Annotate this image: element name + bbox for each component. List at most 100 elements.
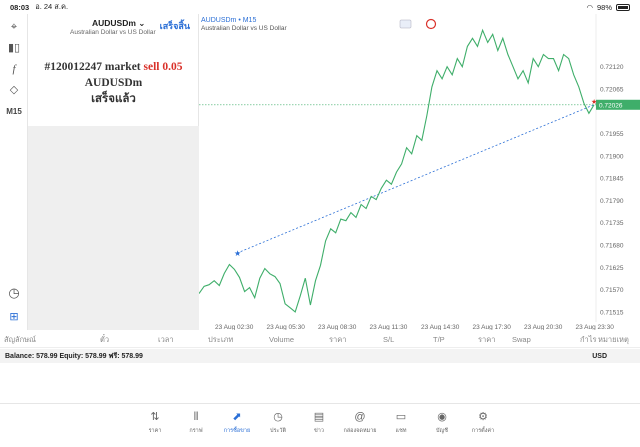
time-tick-label: 23 Aug 08:30	[318, 324, 357, 330]
panel-empty-area	[28, 126, 199, 330]
indicators-icon[interactable]: f	[4, 60, 24, 78]
time-tick-label: 23 Aug 05:30	[267, 324, 306, 330]
balance-row: Balance: 578.99 Equity: 578.99 ฟรี: 578.…	[0, 349, 640, 363]
flag-icon	[399, 19, 412, 29]
col-price-current[interactable]: ราคา	[478, 334, 495, 346]
timeframe-button[interactable]: M15	[4, 102, 24, 120]
col-ticket[interactable]: ตั๋ว	[100, 334, 109, 346]
alarm-icon	[425, 18, 437, 30]
price-tick-label: 0.71735	[600, 220, 624, 227]
one-click-icon[interactable]: ◷	[4, 284, 24, 302]
tab-label: กราฟ	[189, 428, 203, 434]
current-price-label: 0.72026	[599, 102, 623, 109]
new-order-icon[interactable]: ⊞	[4, 307, 24, 325]
tab-label: ประวัติ	[269, 428, 287, 434]
order-panel: AUDUSDm ⌄ Australian Dollar vs US Dollar…	[28, 14, 199, 330]
price-series	[199, 28, 595, 313]
tab-label: แชท	[395, 428, 407, 434]
tab-label: การซื้อขาย	[223, 428, 251, 434]
symbol-selector[interactable]: AUDUSDm ⌄	[92, 18, 145, 29]
tab-label: ราคา	[148, 428, 162, 434]
tab-quotes[interactable]: ⇅ ราคา	[135, 410, 175, 435]
tab-trade[interactable]: ⬈ การซื้อขาย	[217, 410, 257, 435]
news-icon: ▤	[313, 411, 325, 423]
price-tick-label: 0.71680	[600, 243, 624, 250]
col-symbol[interactable]: สัญลักษณ์	[4, 334, 36, 346]
price-tick-label: 0.71625	[600, 265, 624, 272]
order-action: sell 0.05	[143, 61, 183, 73]
price-tick-label: 0.71900	[600, 153, 624, 160]
price-tick-label: 0.72065	[600, 86, 624, 93]
chevron-down-icon: ⌄	[138, 18, 146, 28]
order-symbol: AUDUSDm	[84, 77, 143, 89]
tab-chat[interactable]: ▭ แชท	[381, 410, 421, 435]
price-line	[199, 28, 595, 313]
panel-header: AUDUSDm ⌄ Australian Dollar vs US Dollar…	[28, 14, 198, 44]
price-tick-label: 0.71570	[600, 287, 624, 294]
wifi-icon: ◠	[586, 2, 593, 12]
tab-news[interactable]: ▤ ข่าว	[299, 410, 339, 435]
tab-history[interactable]: ◷ ประวัติ	[258, 410, 298, 435]
col-volume[interactable]: Volume	[269, 335, 294, 344]
price-tick-label: 0.71955	[600, 131, 624, 138]
mail-icon: @	[354, 411, 366, 423]
done-button[interactable]: เสร็จสิ้น	[160, 19, 190, 33]
arrows-updown-icon: ⇅	[150, 411, 160, 423]
tab-chart[interactable]: ⫴ กราฟ	[176, 410, 216, 435]
symbol-label: AUDUSDm	[92, 18, 136, 28]
time-tick-label: 23 Aug 20:30	[524, 324, 563, 330]
balance-currency: USD	[592, 352, 607, 360]
trendline-segment[interactable]	[236, 104, 595, 254]
status-bar: 08:03 อ. 24 ส.ค. ◠ 98%	[0, 0, 640, 14]
time-axis: 23 Aug 02:30 23 Aug 05:30 23 Aug 08:30 23 A…	[215, 324, 614, 330]
time-tick-label: 23 Aug 14:30	[421, 324, 460, 330]
bottom-tab-bar: ⇅ ราคา ⫴ กราฟ ⬈ การซื้อขาย ◷ ประวัติ ▤ ข่าว @…	[0, 403, 640, 447]
price-chart[interactable]: AUDUSDm • M15 Australian Dollar vs US Do…	[199, 14, 640, 330]
time-tick-label: 23 Aug 02:30	[215, 324, 254, 330]
tab-mailbox[interactable]: @ กล่องจดหมาย	[340, 410, 380, 435]
tab-label: ข่าว	[314, 428, 324, 434]
tab-label: กล่องจดหมาย	[343, 428, 377, 434]
time-tick-label: 23 Aug 23:30	[576, 324, 615, 330]
symbol-description: Australian Dollar vs US Dollar	[70, 29, 156, 36]
col-tp[interactable]: T/P	[433, 335, 445, 344]
chart-badges	[399, 18, 437, 30]
positions-table-header: สัญลักษณ์ ตั๋ว เวลา ประเภท Volume ราคา S…	[0, 332, 640, 348]
crosshair-icon[interactable]: ⌖	[4, 18, 24, 36]
col-swap[interactable]: Swap	[512, 335, 531, 344]
col-type[interactable]: ประเภท	[208, 334, 233, 346]
tab-label: การตั้งค่า	[471, 428, 495, 434]
order-id: #120012247 market	[44, 61, 141, 73]
candles-icon[interactable]: ▮▯	[4, 38, 24, 56]
chart-toolbar: ⌖ ▮▯ f ◇ M15 ◷ ⊞	[0, 14, 28, 330]
time-tick-label: 23 Aug 17:30	[473, 324, 512, 330]
balance-text: Balance: 578.99 Equity: 578.99 ฟรี: 578.…	[5, 352, 143, 360]
chart-svg[interactable]: AUDUSDm • M15 Australian Dollar vs US Do…	[199, 14, 640, 330]
price-tick-label: 0.71845	[600, 176, 624, 183]
col-price[interactable]: ราคา	[329, 334, 346, 346]
trendline[interactable]: ★★	[234, 98, 597, 258]
col-time[interactable]: เวลา	[158, 334, 174, 346]
price-tick-label: 0.71790	[600, 198, 624, 205]
status-date: อ. 24 ส.ค.	[35, 2, 69, 11]
star-icon: ★	[591, 98, 597, 106]
account-icon: ◉	[437, 411, 447, 423]
tab-account[interactable]: ◉ บัญชี	[422, 410, 462, 435]
tab-label: บัญชี	[436, 428, 448, 434]
status-time: 08:03	[10, 2, 30, 12]
status-battery-text: 98%	[596, 2, 612, 12]
order-result: #120012247 market sell 0.05 AUDUSDm เสร็…	[28, 59, 199, 107]
order-status: เสร็จแล้ว	[91, 93, 136, 105]
price-tick-label: 0.72120	[600, 64, 624, 71]
col-comment[interactable]: หมายเหตุ	[598, 334, 629, 346]
col-profit[interactable]: กำไร	[580, 334, 597, 346]
gear-icon: ⚙	[478, 411, 488, 423]
col-sl[interactable]: S/L	[383, 335, 394, 344]
objects-icon[interactable]: ◇	[4, 80, 24, 98]
price-axis: 0.72120 0.72065 0.72026 0.71955 0.71900 0.718…	[199, 64, 640, 316]
history-icon: ◷	[273, 411, 283, 423]
chat-icon: ▭	[395, 411, 407, 423]
tab-settings[interactable]: ⚙ การตั้งค่า	[463, 410, 503, 435]
chart-subtitle: Australian Dollar vs US Dollar	[201, 25, 287, 32]
chart-title: AUDUSDm • M15	[201, 17, 256, 24]
